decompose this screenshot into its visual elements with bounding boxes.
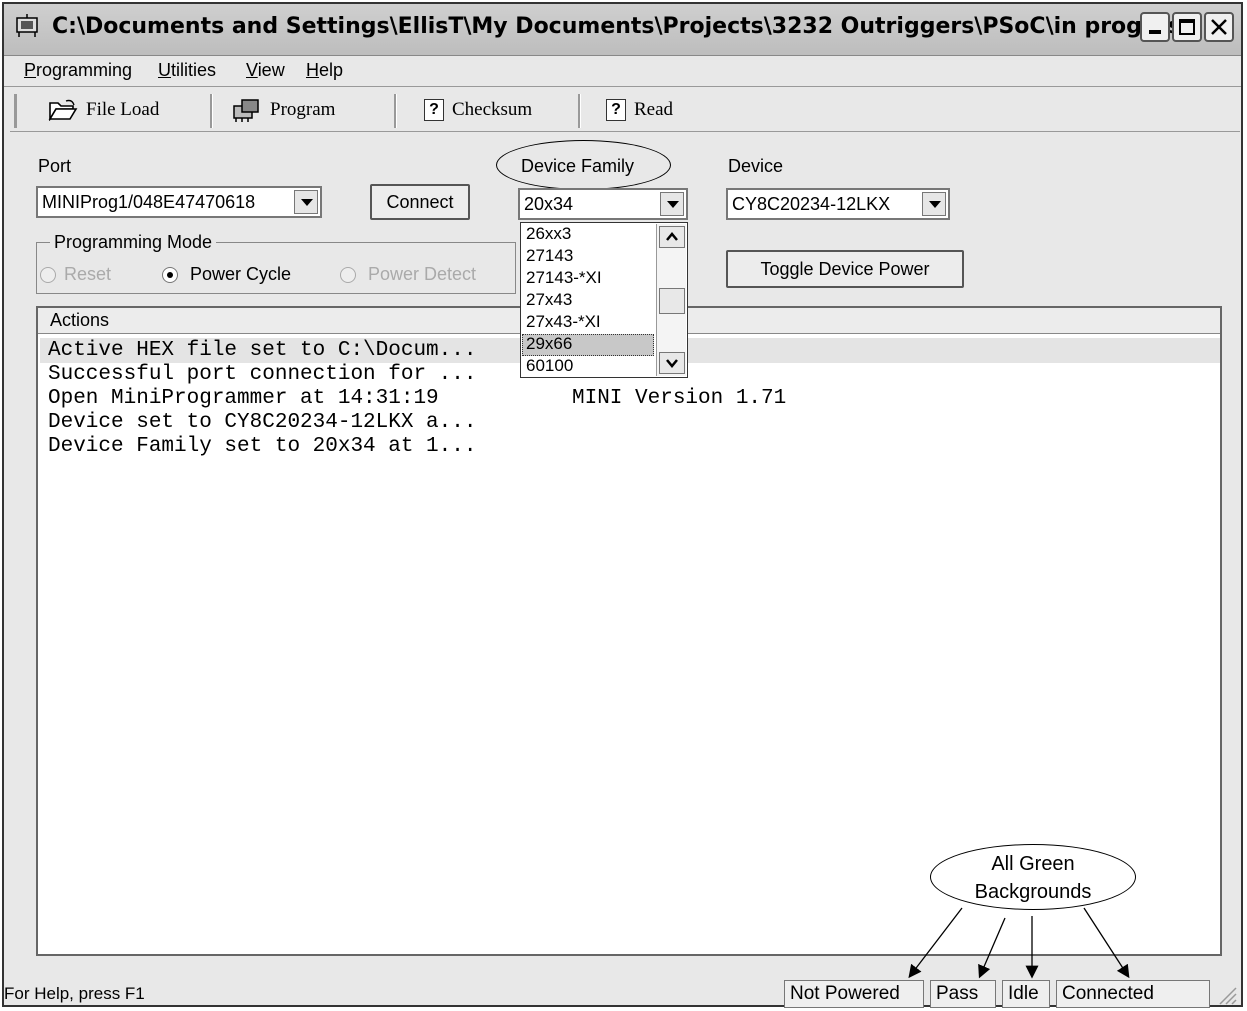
annotation-arrows [908, 907, 1130, 979]
annotation-arrow [908, 907, 963, 979]
annotation-arrow [1083, 907, 1130, 979]
annotation-arrow [978, 917, 1006, 979]
